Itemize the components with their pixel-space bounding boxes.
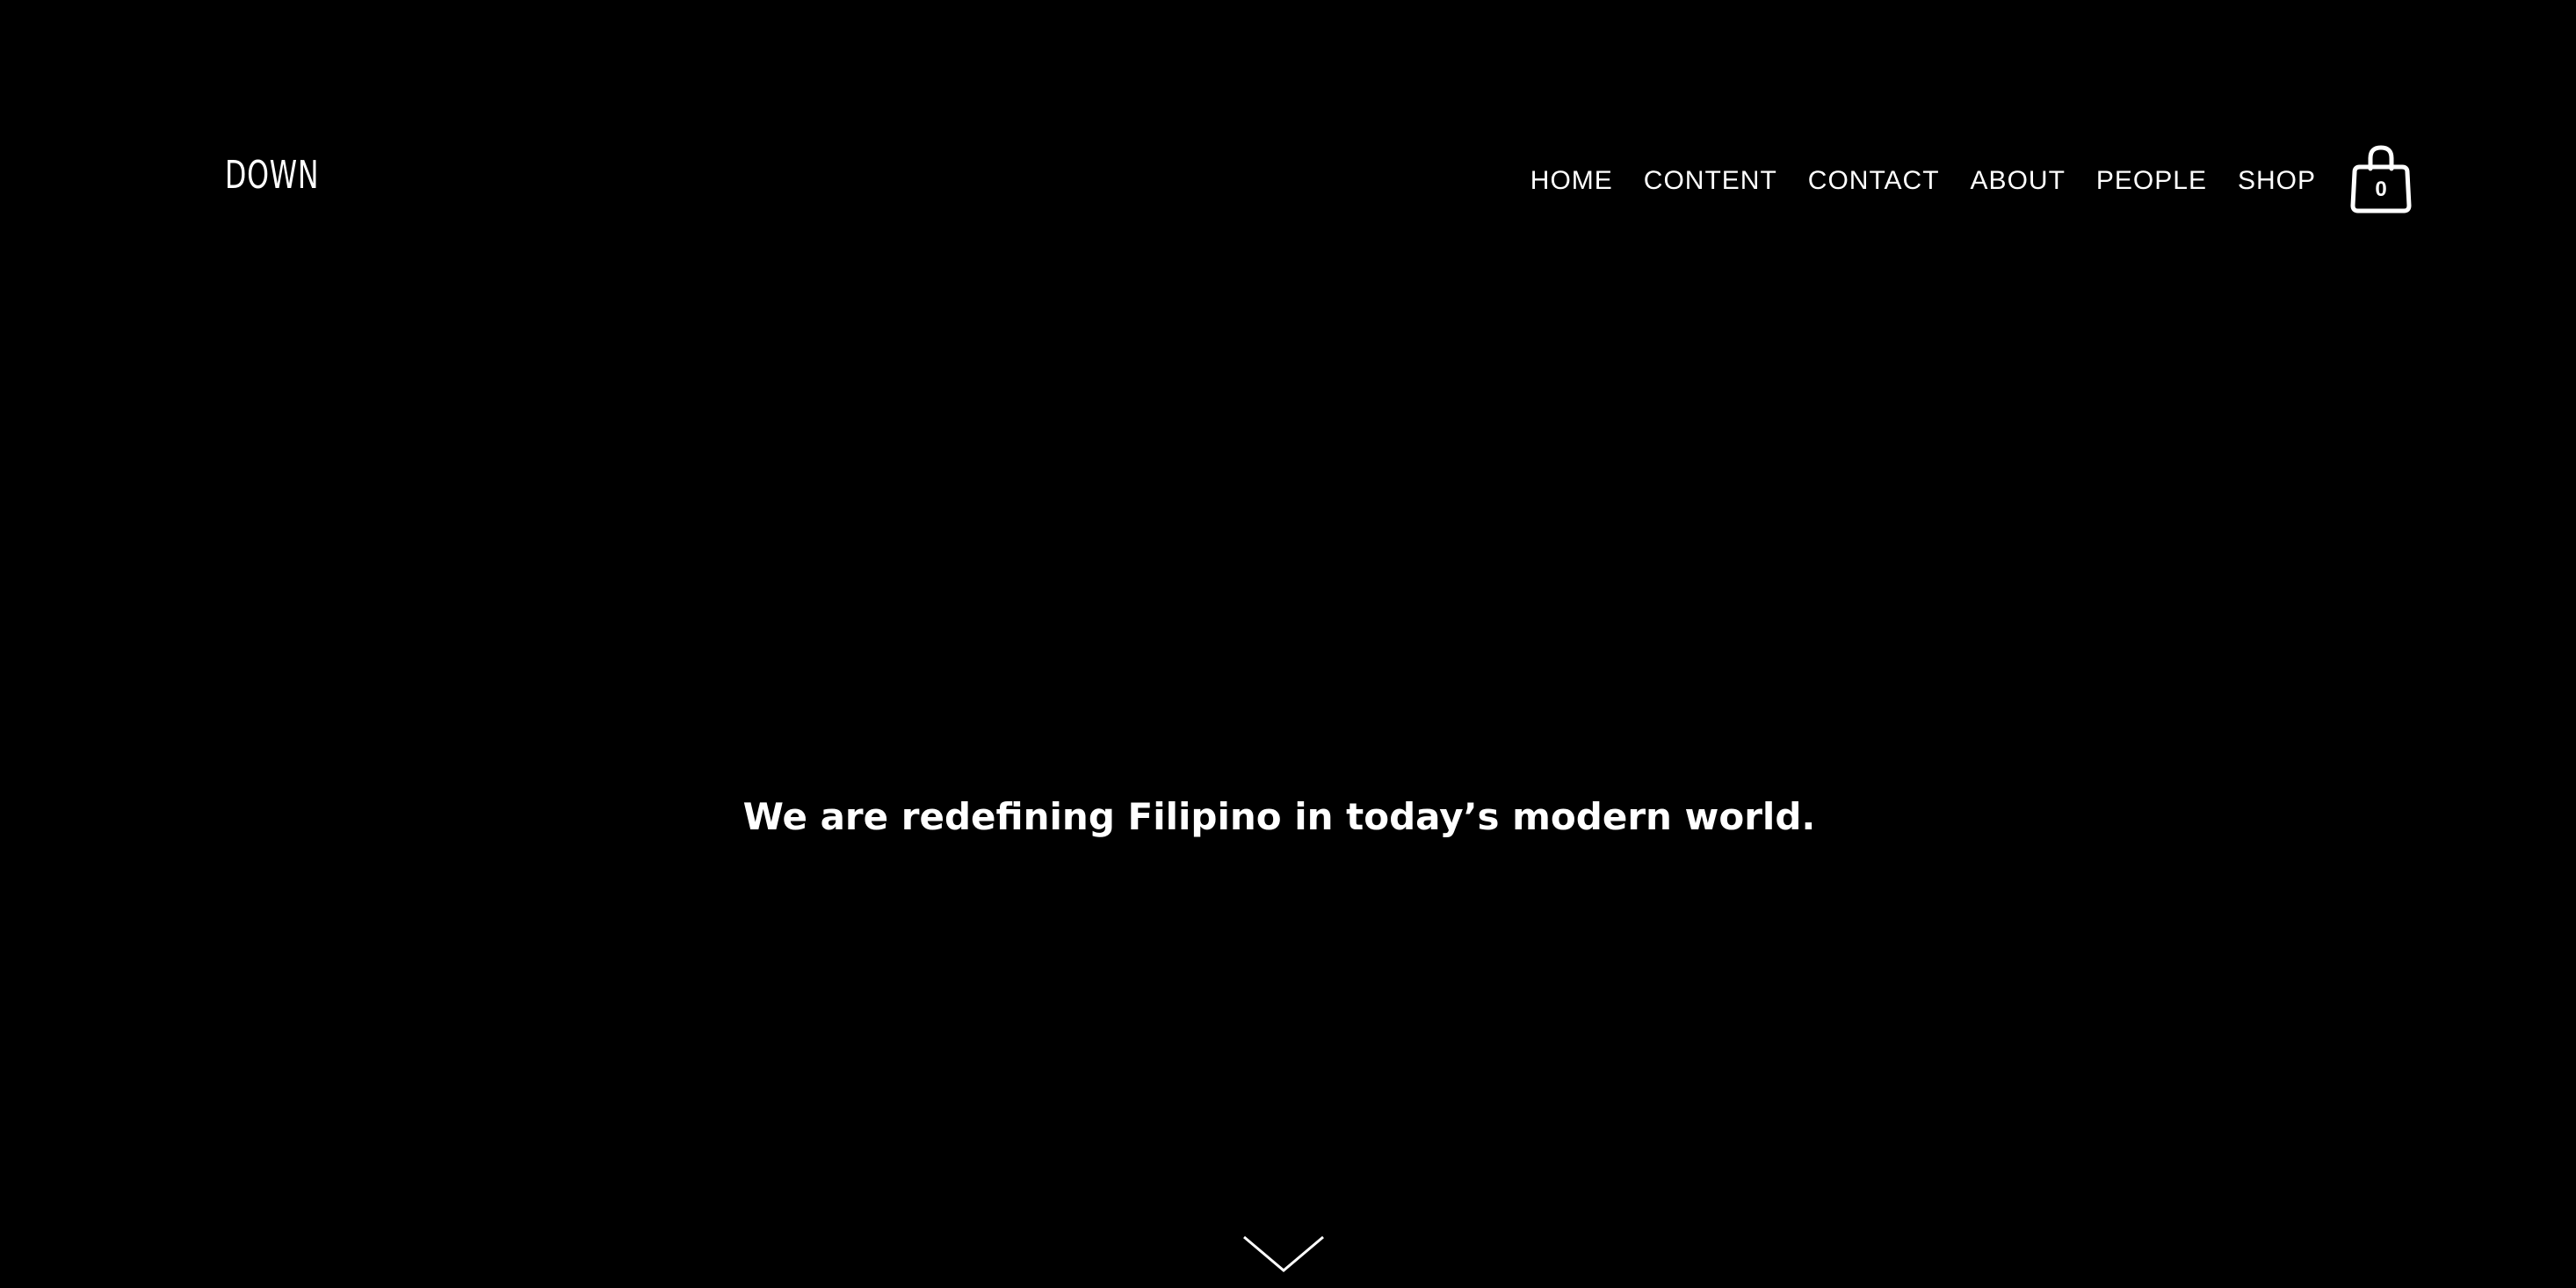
cart-button[interactable]: 0 [2349,144,2413,216]
site-logo[interactable]: DOWN [225,151,319,200]
nav-item-shop[interactable]: SHOP [2238,156,2316,206]
main-nav: HOME CONTENT CONTACT ABOUT PEOPLE SHOP [1530,156,2316,206]
nav-item-people[interactable]: PEOPLE [2096,156,2207,206]
nav-item-about[interactable]: ABOUT [1971,156,2066,206]
site-header: DOWN HOME CONTENT CONTACT ABOUT PEOPLE S… [0,0,2576,228]
nav-item-home[interactable]: HOME [1530,156,1613,206]
nav-item-content[interactable]: CONTENT [1644,156,1777,206]
hero-tagline: We are redefining Filipino in today’s mo… [742,795,1816,838]
chevron-down-icon[interactable] [1242,1234,1325,1274]
nav-item-contact[interactable]: CONTACT [1808,156,1940,206]
cart-count-badge: 0 [2375,177,2387,201]
